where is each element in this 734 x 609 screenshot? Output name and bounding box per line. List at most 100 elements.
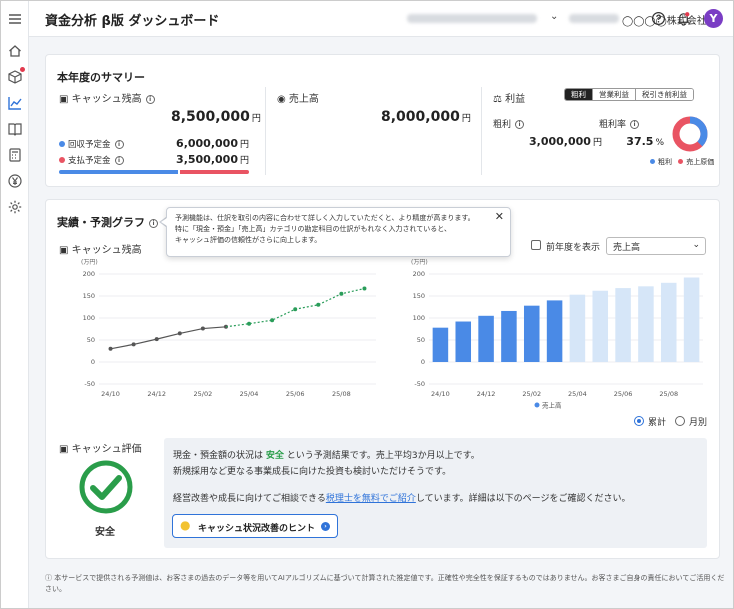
y-tick-label: 200 [83, 270, 95, 278]
x-tick-label: 24/10 [101, 390, 120, 398]
radio-monthly-label: 月別 [689, 418, 708, 428]
y-tick-label: 100 [83, 314, 95, 322]
close-icon[interactable]: ✕ [495, 211, 504, 222]
info-icon[interactable]: i [515, 120, 525, 129]
collect-amount: 6,000,000 円 [176, 137, 249, 150]
y-tick-label: -50 [84, 380, 95, 388]
x-tick-label: 25/02 [194, 390, 213, 398]
info-icon[interactable]: i [145, 95, 155, 104]
chevron-right-icon: › [321, 522, 330, 531]
profit-tabs: 粗利 営業利益 税引き前利益 [564, 88, 694, 101]
gear-icon[interactable] [7, 199, 23, 215]
summary-title: 本年度のサマリー [57, 71, 145, 84]
cash-line-chart: (万円) -50 0 50 100 150 200 24/10 24/12 25/02 25/04 2… [81, 259, 376, 398]
x-tick-label: 25/06 [614, 390, 633, 398]
coins-icon: ◉ [277, 94, 286, 105]
y-tick-label: 150 [413, 292, 425, 300]
y-tick-label: 50 [87, 336, 95, 344]
x-tick-label: 24/10 [431, 390, 450, 398]
series-line [110, 326, 227, 350]
menu-icon[interactable] [7, 11, 23, 27]
help-icon[interactable] [651, 11, 666, 26]
bar [501, 310, 517, 362]
donut-legend: 粗利 売上原価 [650, 157, 714, 167]
data-point [200, 326, 205, 331]
radio-monthly[interactable] [675, 416, 685, 426]
info-icon[interactable]: i [114, 140, 124, 149]
gross-label: 粗利 i [493, 117, 525, 130]
bar [455, 321, 472, 362]
y-tick-label: -50 [414, 380, 425, 388]
bar [523, 305, 540, 362]
tab-gross-profit[interactable]: 粗利 [565, 89, 592, 100]
tooltip-line: キャッシュ評価の信頼性がさらに向上します。 [175, 236, 322, 244]
tax-advisor-link[interactable]: 税理士を無料でご紹介 [326, 494, 416, 504]
period-chevron-down-icon[interactable]: ⌄ [550, 11, 558, 22]
cash-hint-button[interactable]: ● キャッシュ状況改善のヒント › [172, 514, 338, 538]
bar [569, 294, 586, 362]
chevron-down-icon: ⌄ [692, 240, 700, 250]
pay-label: 支払予定金 i [59, 154, 124, 166]
prev-year-checkbox[interactable] [531, 240, 541, 250]
yen-icon[interactable] [7, 173, 23, 189]
data-point [108, 346, 113, 351]
info-icon[interactable]: i [149, 219, 158, 228]
radio-cumulative[interactable] [634, 416, 644, 426]
bar [615, 288, 631, 362]
radio-cumulative-label: 累計 [648, 418, 667, 428]
blurred-company [569, 14, 619, 23]
x-tick-label: 24/12 [147, 390, 166, 398]
metric-select[interactable]: 売上高 ⌄ [606, 237, 706, 255]
rate-label: 粗利率 i [599, 117, 640, 130]
chart-icon[interactable] [7, 95, 23, 111]
cash-balance-label: ▣ キャッシュ残高 i [59, 90, 155, 105]
prev-year-label: 前年度を表示 [546, 243, 601, 253]
data-point [247, 321, 252, 326]
scale-icon: ⚖ [493, 94, 502, 105]
bar [546, 300, 563, 362]
profit-donut [672, 116, 708, 152]
data-point [339, 291, 344, 296]
collect-bar [59, 170, 178, 174]
tooltip-line: 予測機能は、仕訳を取引の内容に合わせて詳しく入力していただくと、より精度が高まり… [175, 214, 475, 222]
bell-icon[interactable] [676, 11, 691, 26]
y-tick-label: 150 [83, 292, 95, 300]
gross-amount: 3,000,000 円 [529, 135, 602, 148]
pay-amount: 3,500,000 円 [176, 153, 249, 166]
data-point [316, 302, 321, 307]
x-tick-label: 24/12 [477, 390, 496, 398]
avatar[interactable]: Y [704, 9, 723, 28]
x-tick-label: 25/08 [332, 390, 351, 398]
wallet-icon: ▣ [59, 94, 69, 105]
tab-pretax-profit[interactable]: 税引き前利益 [635, 89, 693, 100]
info-icon[interactable]: i [114, 156, 124, 165]
calculator-icon[interactable] [7, 147, 23, 163]
data-point [293, 307, 298, 312]
notification-dot [20, 67, 25, 72]
blurred-period [407, 14, 537, 23]
tab-operating-profit[interactable]: 営業利益 [592, 89, 635, 100]
unit-label: (万円) [411, 259, 428, 266]
book-icon[interactable] [7, 121, 23, 137]
y-tick-label: 50 [417, 336, 425, 344]
bar [660, 282, 677, 362]
page-title: 資金分析 β版 ダッシュボード [45, 14, 220, 29]
header: 資金分析 β版 ダッシュボード ⌄ ◯◯◯◯株式会社 Y [29, 1, 733, 37]
y-tick-label: 200 [413, 270, 425, 278]
bar [683, 277, 700, 362]
sales-label: ◉ 売上高 [277, 94, 319, 105]
data-point [270, 318, 275, 323]
hint-button-label: キャッシュ状況改善のヒント [198, 524, 316, 534]
unit-label: (万円) [81, 259, 98, 266]
data-point [131, 342, 136, 347]
cash-balance-amount: 8,500,000 円 [171, 109, 261, 125]
wallet-icon: ▣ [59, 444, 69, 455]
eval-line-3: 経営改善や成長に向けてご相談できる税理士を無料でご紹介しています。詳細は以下のペ… [173, 494, 631, 504]
prediction-tooltip: 予測機能は、仕訳を取引の内容に合わせて詳しく入力していただくと、より精度が高まり… [166, 207, 511, 257]
legend-dot [534, 402, 540, 408]
home-icon[interactable] [7, 43, 23, 59]
box-icon[interactable] [7, 67, 25, 85]
data-point [154, 337, 159, 342]
eval-line-2: 新規採用など更なる事業成長に向けた投資も検討いただけそうです。 [173, 467, 452, 477]
info-icon[interactable]: i [630, 120, 640, 129]
